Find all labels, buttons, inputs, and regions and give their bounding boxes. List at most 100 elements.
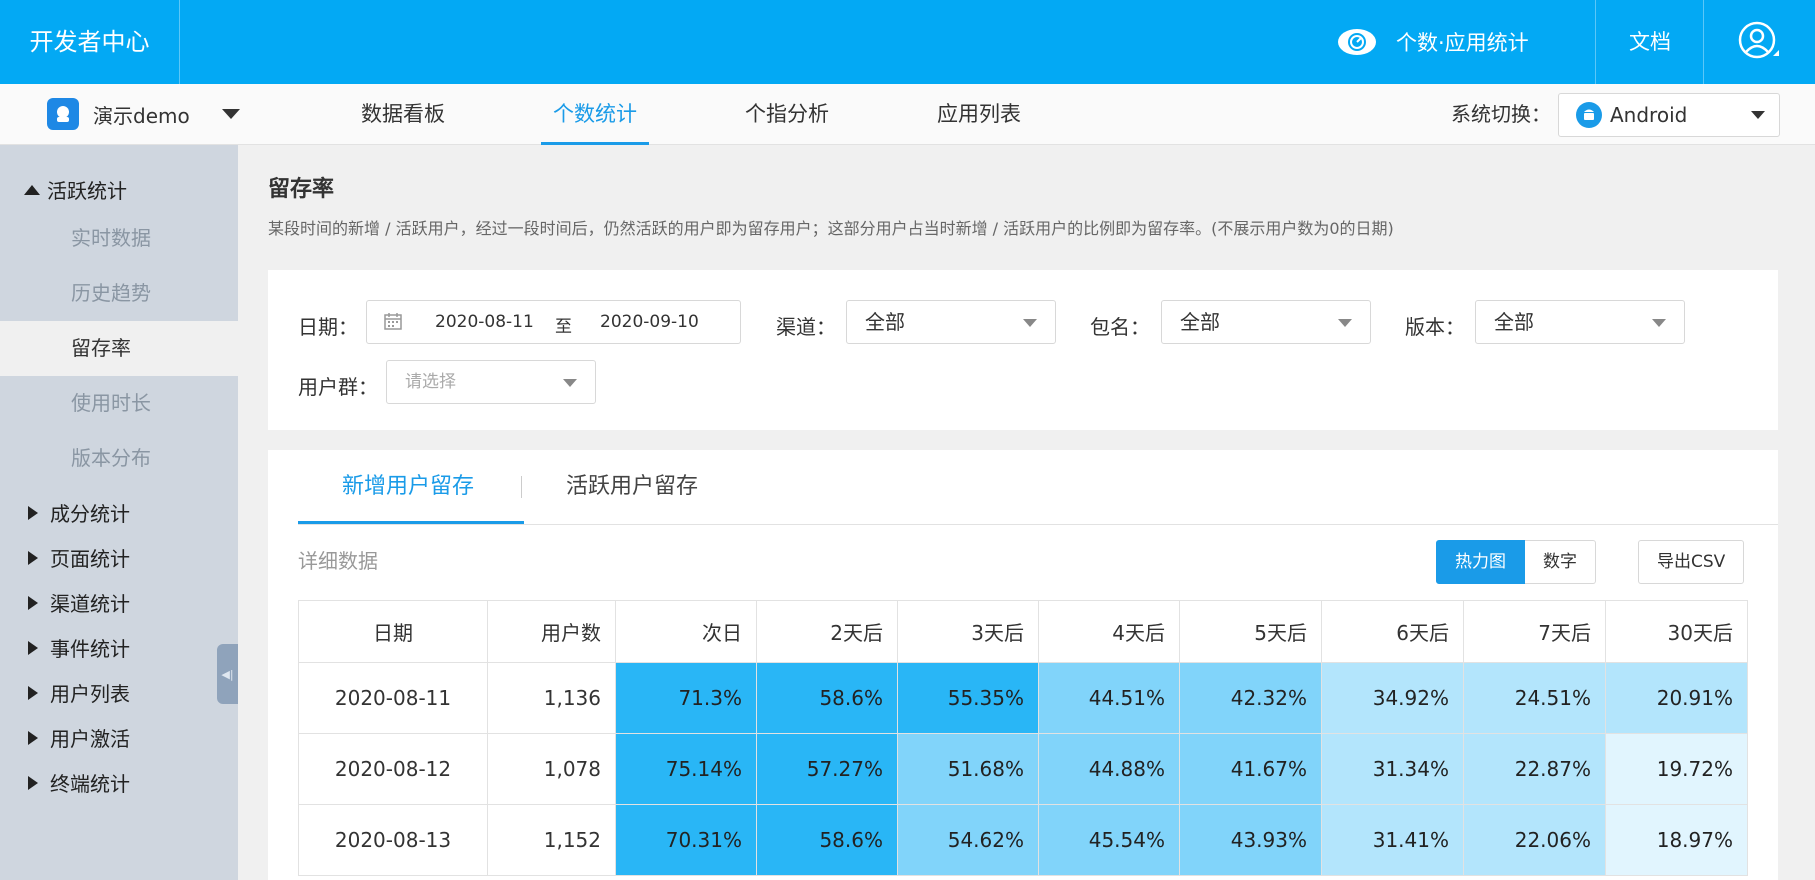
nav-tab-dashboard[interactable]: 数据看板 bbox=[361, 84, 445, 145]
user-menu[interactable] bbox=[1703, 0, 1815, 84]
sidebar-group-user-list[interactable]: 用户列表 bbox=[24, 678, 130, 707]
date-start: 2020-08-11 bbox=[435, 312, 534, 332]
brand-title[interactable]: 开发者中心 bbox=[0, 0, 180, 84]
retention-data-panel: 新增用户留存 活跃用户留存 详细数据 热力图 数字 导出CSV 日期 用户数 次… bbox=[268, 450, 1778, 880]
sidebar-group-event[interactable]: 事件统计 bbox=[24, 633, 130, 662]
col-header-users: 用户数 bbox=[487, 600, 616, 663]
sidebar-group-label: 用户激活 bbox=[50, 727, 130, 751]
system-value: Android bbox=[1610, 103, 1688, 127]
detail-data-label: 详细数据 bbox=[298, 549, 378, 573]
user-avatar-icon bbox=[1738, 21, 1779, 59]
chevron-down-icon bbox=[563, 379, 577, 387]
sidebar: 活跃统计 实时数据 历史趋势 留存率 使用时长 版本分布 成分统计 页面统计 渠… bbox=[0, 145, 238, 880]
retention-cell: 22.87% bbox=[1463, 733, 1606, 805]
main-content: 留存率 某段时间的新增 / 活跃用户，经过一段时间后，仍然活跃的用户即为留存用户… bbox=[238, 145, 1815, 880]
view-toggle: 热力图 数字 bbox=[1436, 540, 1596, 584]
retention-cell: 71.3% bbox=[615, 662, 757, 734]
calendar-icon bbox=[384, 313, 402, 330]
stats-menu[interactable]: 个数·应用统计 bbox=[1336, 0, 1529, 84]
retention-cell: 44.51% bbox=[1038, 662, 1180, 734]
export-csv-button[interactable]: 导出CSV bbox=[1638, 540, 1745, 584]
row-date: 2020-08-12 bbox=[298, 733, 488, 805]
channel-value: 全部 bbox=[865, 310, 905, 334]
date-separator: 至 bbox=[555, 317, 572, 337]
nav-bar: 演示demo 数据看板 个数统计 个指分析 应用列表 系统切换： Android bbox=[0, 84, 1815, 145]
date-range-picker[interactable]: 2020-08-11 至 2020-09-10 bbox=[366, 300, 741, 344]
date-end: 2020-09-10 bbox=[600, 312, 699, 332]
channel-label: 渠道： bbox=[776, 315, 836, 339]
sidebar-group-device[interactable]: 终端统计 bbox=[24, 768, 130, 797]
col-header-day7: 7天后 bbox=[1463, 600, 1606, 663]
chevron-down-icon bbox=[1751, 111, 1765, 119]
version-label: 版本： bbox=[1405, 315, 1465, 339]
system-select[interactable]: Android bbox=[1558, 93, 1780, 137]
retention-cell: 19.72% bbox=[1605, 733, 1748, 805]
col-header-day30: 30天后 bbox=[1605, 600, 1748, 663]
nav-tab-analysis[interactable]: 个指分析 bbox=[745, 84, 829, 145]
collapse-sidebar-icon[interactable]: ◀| bbox=[217, 644, 238, 704]
package-select[interactable]: 全部 bbox=[1161, 300, 1371, 344]
sidebar-item-version[interactable]: 版本分布 bbox=[0, 431, 238, 486]
retention-cell: 57.27% bbox=[756, 733, 898, 805]
nav-tab-app-list[interactable]: 应用列表 bbox=[937, 84, 1021, 145]
sidebar-group-channel[interactable]: 渠道统计 bbox=[24, 588, 130, 617]
sidebar-item-history[interactable]: 历史趋势 bbox=[0, 266, 238, 321]
date-label: 日期： bbox=[298, 315, 358, 339]
stats-label: 个数·应用统计 bbox=[1396, 31, 1529, 55]
top-bar: 开发者中心 个数·应用统计 文档 bbox=[0, 0, 1815, 84]
sidebar-group-label: 页面统计 bbox=[50, 547, 130, 571]
android-icon bbox=[1576, 102, 1602, 128]
retention-cell: 41.67% bbox=[1179, 733, 1322, 805]
user-group-select[interactable]: 请选择 bbox=[386, 360, 596, 404]
row-user-count: 1,078 bbox=[487, 733, 616, 805]
chevron-down-icon bbox=[221, 109, 240, 119]
retention-cell: 18.97% bbox=[1605, 804, 1748, 876]
nav-tab-stats[interactable]: 个数统计 bbox=[541, 84, 649, 145]
filter-panel: 日期： 2020-08-11 至 2020-09-10 渠道： 全部 包名： 全… bbox=[268, 270, 1778, 430]
eye-icon bbox=[1338, 29, 1376, 55]
retention-cell: 75.14% bbox=[615, 733, 757, 805]
channel-select[interactable]: 全部 bbox=[846, 300, 1056, 344]
sidebar-group-composition[interactable]: 成分统计 bbox=[24, 498, 130, 527]
row-date: 2020-08-13 bbox=[298, 804, 488, 876]
sidebar-item-usage-time[interactable]: 使用时长 bbox=[0, 376, 238, 431]
retention-cell: 45.54% bbox=[1038, 804, 1180, 876]
app-selector[interactable]: 演示demo bbox=[47, 98, 240, 130]
col-header-day5: 5天后 bbox=[1179, 600, 1322, 663]
active-tab-indicator bbox=[298, 521, 524, 524]
tab-active-user-retention[interactable]: 活跃用户留存 bbox=[566, 450, 698, 524]
col-header-day3: 3天后 bbox=[897, 600, 1039, 663]
tab-new-user-retention[interactable]: 新增用户留存 bbox=[342, 450, 474, 524]
sidebar-group-active[interactable]: 活跃统计 bbox=[24, 175, 127, 204]
version-select[interactable]: 全部 bbox=[1475, 300, 1685, 344]
retention-cell: 51.68% bbox=[897, 733, 1039, 805]
table-row: 2020-08-13 1,152 70.31% 58.6% 54.62% 45.54% 43… bbox=[298, 804, 1748, 876]
sidebar-group-page[interactable]: 页面统计 bbox=[24, 543, 130, 572]
docs-link[interactable]: 文档 bbox=[1596, 0, 1704, 84]
app-name: 演示demo bbox=[93, 103, 190, 128]
version-value: 全部 bbox=[1494, 310, 1534, 334]
package-value: 全部 bbox=[1180, 310, 1220, 334]
col-header-day4: 4天后 bbox=[1038, 600, 1180, 663]
tab-divider bbox=[521, 476, 522, 498]
retention-cell: 43.93% bbox=[1179, 804, 1322, 876]
sidebar-group-label: 成分统计 bbox=[50, 502, 130, 526]
table-row: 2020-08-11 1,136 71.3% 58.6% 55.35% 44.51% 42.… bbox=[298, 662, 1748, 734]
sidebar-group-activation[interactable]: 用户激活 bbox=[24, 723, 130, 752]
retention-cell: 58.6% bbox=[756, 804, 898, 876]
col-header-day2: 2天后 bbox=[756, 600, 898, 663]
tabs-divider bbox=[298, 524, 1778, 525]
retention-cell: 58.6% bbox=[756, 662, 898, 734]
app-logo-icon bbox=[47, 98, 79, 130]
retention-cell: 31.34% bbox=[1321, 733, 1464, 805]
sidebar-item-retention[interactable]: 留存率 bbox=[0, 321, 238, 376]
caret-right-icon bbox=[28, 730, 38, 745]
table-row: 2020-08-12 1,078 75.14% 57.27% 51.68% 44.88% 4… bbox=[298, 733, 1748, 805]
chevron-down-icon bbox=[1023, 319, 1037, 327]
sidebar-item-realtime[interactable]: 实时数据 bbox=[0, 211, 238, 266]
retention-cell: 31.41% bbox=[1321, 804, 1464, 876]
retention-cell: 55.35% bbox=[897, 662, 1039, 734]
heatmap-button[interactable]: 热力图 bbox=[1436, 540, 1525, 584]
number-button[interactable]: 数字 bbox=[1525, 540, 1596, 584]
caret-right-icon bbox=[28, 505, 38, 520]
